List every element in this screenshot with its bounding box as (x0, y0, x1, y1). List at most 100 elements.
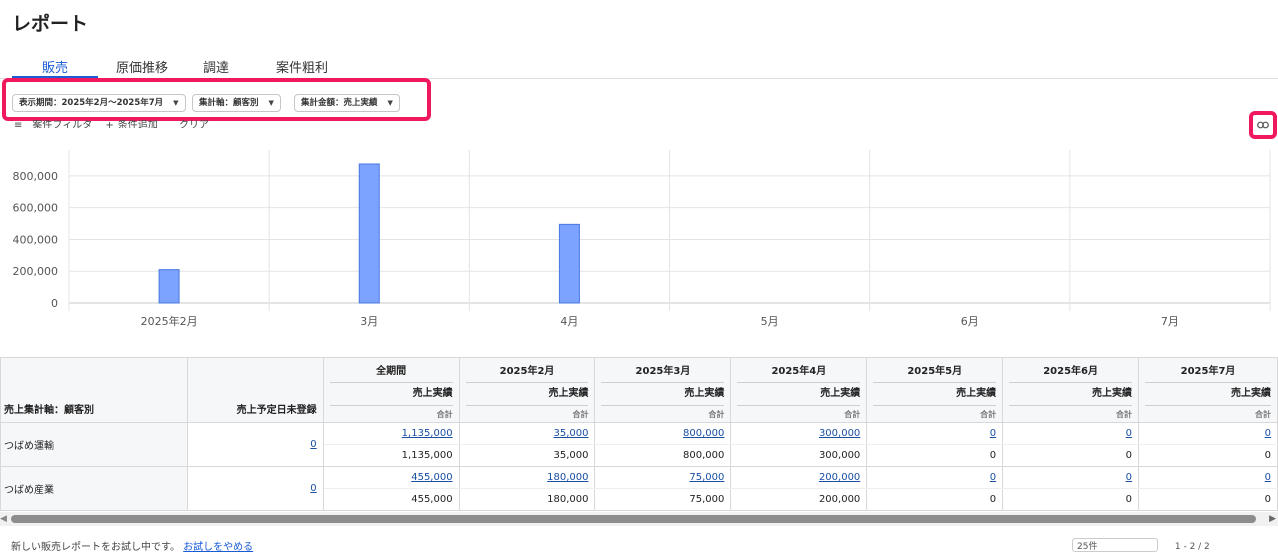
total-cell: 0 (866, 444, 1004, 467)
value-cell: 455,000 (322, 466, 460, 489)
chevron-down-icon: ▼ (268, 99, 274, 107)
metric-header-label: 売上実績 (601, 382, 725, 404)
scrollbar-thumb[interactable] (11, 515, 1256, 523)
value-link[interactable]: 800,000 (683, 428, 724, 439)
table-row: つばめ運輸 0 1,135,000 35,000 800,000 300,000 0 0 0 (0, 422, 1278, 467)
period-column-header: 2025年3月 (594, 357, 732, 382)
unscheduled-cell: 0 (186, 466, 324, 511)
value-link[interactable]: 35,000 (553, 428, 588, 439)
value-cell: 800,000 (594, 422, 732, 445)
value-link[interactable]: 455,000 (411, 472, 452, 483)
horizontal-scrollbar[interactable]: ◀ ▶ (0, 512, 1278, 526)
metric-header: 売上実績 (594, 381, 732, 405)
value-cell: 0 (1138, 422, 1278, 445)
value-link[interactable]: 1,135,000 (402, 428, 453, 439)
metric-header: 売上実績 (866, 381, 1004, 405)
total-cell: 0 (866, 488, 1004, 511)
total-subheader: 合計 (594, 404, 732, 423)
y-tick-label: 600,000 (13, 202, 59, 215)
period-select-label: 表示期間：2025年2月～2025年7月 (19, 98, 164, 108)
x-tick-label: 6月 (961, 315, 979, 328)
page-title: レポート (12, 13, 89, 35)
total-cell: 35,000 (458, 444, 596, 467)
period-select[interactable]: 表示期間：2025年2月～2025年7月 ▼ (12, 94, 186, 112)
value-link[interactable]: 0 (1265, 472, 1271, 483)
value-link[interactable]: 180,000 (547, 472, 588, 483)
value-link[interactable]: 0 (1265, 428, 1271, 439)
scroll-right-icon[interactable]: ▶ (1269, 514, 1276, 524)
value-cell: 200,000 (730, 466, 868, 489)
total-subheader: 合計 (730, 404, 868, 423)
total-cell: 75,000 (594, 488, 732, 511)
value-link[interactable]: 0 (1126, 472, 1132, 483)
axis-select[interactable]: 集計軸：顧客別 ▼ (192, 94, 281, 112)
chevron-down-icon: ▼ (387, 99, 393, 107)
total-cell: 0 (1002, 488, 1140, 511)
value-link[interactable]: 0 (990, 428, 996, 439)
value-cell: 0 (1138, 466, 1278, 489)
metric-header-label: 売上実績 (873, 382, 997, 404)
value-cell: 35,000 (458, 422, 596, 445)
period-column-header: 2025年4月 (730, 357, 868, 382)
customer-name: つばめ運輸 (0, 422, 188, 467)
y-tick-label: 200,000 (13, 265, 59, 278)
metric-header-label: 売上実績 (1009, 382, 1133, 404)
tab-cost-trend[interactable]: 原価推移 (98, 52, 186, 78)
report-table-container: 売上集計軸：顧客別 売上予定日未登録 全期間 2025年2月 2025年3月 2025年4… (0, 357, 1278, 511)
filter-icon: ≡ (14, 120, 23, 128)
stop-trial-link[interactable]: お試しをやめる (183, 542, 253, 553)
tab-sales[interactable]: 販売 (12, 52, 98, 78)
unscheduled-link[interactable]: 0 (310, 439, 316, 450)
unscheduled-cell: 0 (186, 422, 324, 467)
tab-project-margin[interactable]: 案件粗利 (246, 52, 358, 78)
total-subheader: 合計 (458, 404, 596, 423)
total-subheader: 合計 (1138, 404, 1278, 423)
amount-select-label: 集計金額：売上実績 (301, 98, 378, 108)
total-cell: 300,000 (730, 444, 868, 467)
x-tick-label: 3月 (360, 315, 378, 328)
total-subheader-label: 合計 (601, 404, 725, 422)
y-tick-label: 800,000 (13, 170, 59, 183)
value-cell: 180,000 (458, 466, 596, 489)
copy-link-button[interactable] (1249, 111, 1277, 139)
value-link[interactable]: 75,000 (689, 472, 724, 483)
customer-name: つばめ産業 (0, 466, 188, 511)
total-subheader: 合計 (866, 404, 1004, 423)
total-cell: 800,000 (594, 444, 732, 467)
metric-header: 売上実績 (1002, 381, 1140, 405)
x-tick-label: 5月 (761, 315, 779, 328)
report-tabs: 販売 原価推移 調達 案件粗利 (12, 52, 358, 78)
value-cell: 0 (1002, 422, 1140, 445)
total-subheader-label: 合計 (1145, 404, 1271, 422)
per-page-select[interactable]: 25件 (1072, 538, 1158, 552)
x-tick-label: 4月 (560, 315, 578, 328)
value-cell: 75,000 (594, 466, 732, 489)
value-link[interactable]: 200,000 (819, 472, 860, 483)
table-row: つばめ産業 0 455,000 180,000 75,000 200,000 0 0 0 (0, 466, 1278, 511)
value-link[interactable]: 0 (1126, 428, 1132, 439)
metric-header: 売上実績 (322, 381, 460, 405)
metric-header-label: 売上実績 (1145, 382, 1271, 404)
total-subheader-label: 合計 (1009, 404, 1133, 422)
metric-header-label: 売上実績 (737, 382, 861, 404)
chart-bar (558, 223, 580, 304)
case-filter-button[interactable]: 案件フィルタ (32, 120, 92, 128)
unscheduled-header: 売上予定日未登録 (186, 357, 324, 423)
row-axis-header: 売上集計軸：顧客別 (0, 357, 188, 423)
value-link[interactable]: 0 (990, 472, 996, 483)
period-column-header: 2025年2月 (458, 357, 596, 382)
unscheduled-link[interactable]: 0 (310, 483, 316, 494)
value-cell: 1,135,000 (322, 422, 460, 445)
metric-header: 売上実績 (1138, 381, 1278, 405)
value-cell: 0 (866, 466, 1004, 489)
page-range: 1 - 2 / 2 (1174, 542, 1210, 552)
chart-bar (358, 163, 380, 304)
y-tick-label: 400,000 (13, 233, 59, 246)
amount-select[interactable]: 集計金額：売上実績 ▼ (294, 94, 400, 112)
scroll-left-icon[interactable]: ◀ (0, 514, 7, 524)
clear-button[interactable]: クリア (179, 120, 209, 128)
value-link[interactable]: 300,000 (819, 428, 860, 439)
tab-procurement[interactable]: 調達 (186, 52, 246, 78)
total-subheader-label: 合計 (873, 404, 997, 422)
add-condition-button[interactable]: 条件追加 (118, 120, 158, 128)
